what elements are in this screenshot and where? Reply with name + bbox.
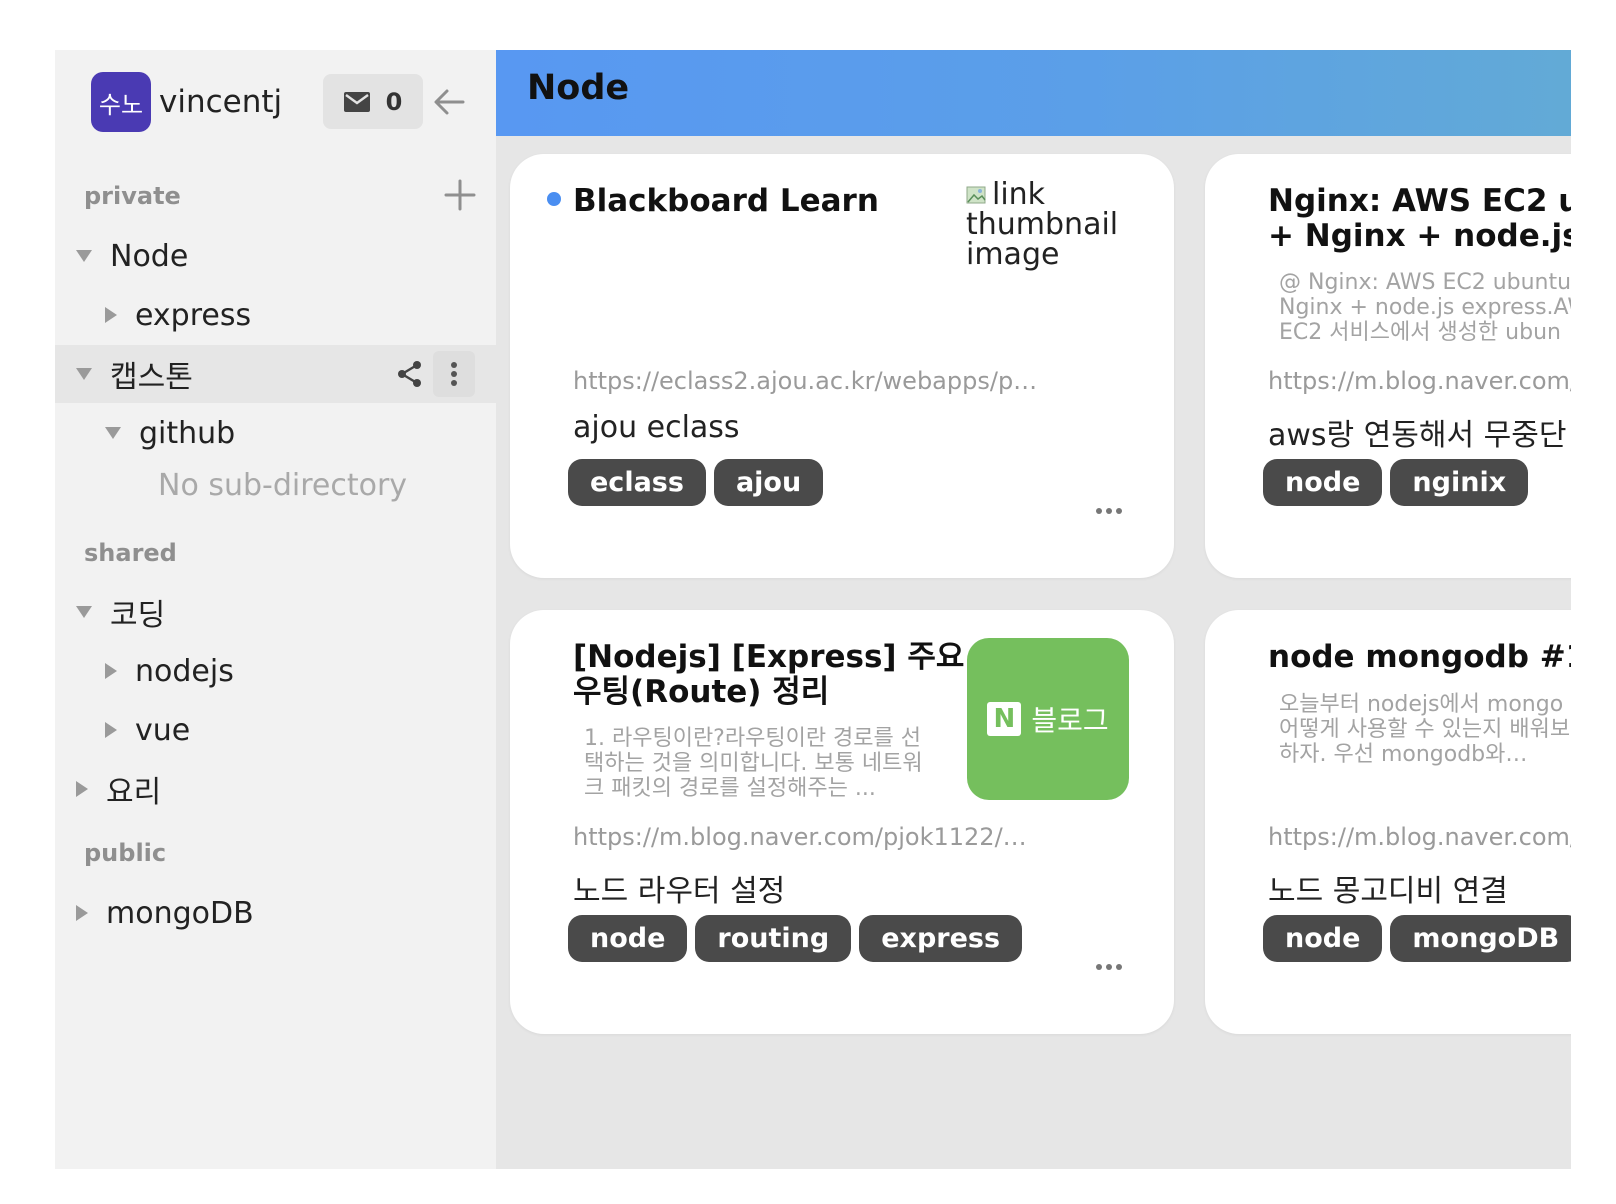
- tree-item-mongodb[interactable]: mongoDB: [55, 884, 496, 942]
- chevron-down-icon[interactable]: [76, 606, 92, 618]
- chevron-right-icon[interactable]: [76, 781, 88, 797]
- more-horizontal-icon[interactable]: [1094, 960, 1124, 974]
- card-url[interactable]: https://m.blog.naver.com/pjok1122/…: [573, 823, 1027, 851]
- chevron-right-icon[interactable]: [105, 307, 117, 323]
- public-section-label: public: [84, 839, 167, 867]
- tag-list: node mongoDB: [1263, 915, 1571, 962]
- card-title[interactable]: Nginx: AWS EC2 ubun + Nginx + node.js…: [1268, 184, 1571, 254]
- card-memo: 노드 몽고디비 연결: [1268, 874, 1508, 909]
- link-card[interactable]: [Nodejs] [Express] 주요 라 우팅(Route) 정리 1. …: [510, 610, 1174, 1034]
- link-thumbnail: N 블로그: [967, 638, 1129, 800]
- app-window: 수노 vincentj 0 private Node express 캡스톤 g…: [55, 50, 1571, 1169]
- mail-icon: [343, 91, 370, 112]
- inbox-count: 0: [385, 87, 403, 116]
- chevron-right-icon[interactable]: [76, 905, 88, 921]
- tag[interactable]: ajou: [713, 459, 824, 506]
- tag[interactable]: routing: [695, 915, 852, 962]
- tree-item-label: Node: [110, 238, 189, 274]
- tag[interactable]: node: [1263, 459, 1383, 506]
- no-subdirectory-note: No sub-directory: [158, 468, 408, 503]
- chevron-down-icon[interactable]: [105, 427, 121, 439]
- plus-icon: [444, 179, 476, 211]
- arrow-left-icon: [434, 89, 465, 115]
- sidebar: 수노 vincentj 0 private Node express 캡스톤 g…: [55, 50, 496, 1169]
- card-memo: ajou eclass: [573, 410, 740, 445]
- inbox-button[interactable]: 0: [323, 74, 423, 129]
- tag[interactable]: mongoDB: [1390, 915, 1571, 962]
- private-section-label: private: [84, 182, 181, 210]
- tree-item-nodejs[interactable]: nodejs: [55, 642, 496, 700]
- tree-item-label: nodejs: [135, 653, 234, 689]
- chevron-right-icon[interactable]: [105, 722, 117, 738]
- tag[interactable]: node: [1263, 915, 1383, 962]
- add-folder-button[interactable]: [443, 178, 477, 212]
- tree-item-label: vue: [135, 712, 191, 748]
- card-description: @ Nginx: AWS EC2 ubuntu Nginx + node.js …: [1279, 270, 1571, 345]
- card-title[interactable]: node mongodb #1: [1268, 640, 1571, 675]
- tree-item-capstone[interactable]: 캡스톤: [55, 345, 496, 403]
- card-memo: 노드 라우터 설정: [573, 874, 786, 909]
- user-profile[interactable]: 수노 vincentj: [91, 72, 282, 132]
- tag[interactable]: express: [859, 915, 1023, 962]
- tag[interactable]: nginix: [1390, 459, 1529, 506]
- link-card[interactable]: node mongodb #1 오늘부터 nodejs에서 mongo 어떻게 …: [1205, 610, 1571, 1034]
- card-url[interactable]: https://m.blog.naver.com/d: [1268, 367, 1571, 395]
- tree-item-label: 캡스톤: [110, 360, 193, 395]
- tag[interactable]: node: [568, 915, 688, 962]
- chevron-down-icon[interactable]: [76, 368, 92, 380]
- avatar[interactable]: 수노: [91, 72, 151, 132]
- tree-item-label: express: [135, 297, 252, 333]
- tag-list: node routing express: [568, 915, 1023, 962]
- shared-section-label: shared: [84, 539, 177, 567]
- tag-list: node nginix: [1263, 459, 1529, 506]
- card-title[interactable]: [Nodejs] [Express] 주요 라 우팅(Route) 정리: [573, 640, 1004, 710]
- chevron-down-icon[interactable]: [76, 250, 92, 262]
- tree-item-cooking[interactable]: 요리: [55, 760, 496, 818]
- link-thumbnail: link thumbnail image: [966, 177, 1119, 272]
- folder-menu-button[interactable]: [433, 351, 475, 397]
- collapse-sidebar-button[interactable]: [429, 82, 469, 122]
- more-horizontal-icon[interactable]: [1094, 504, 1124, 518]
- chevron-right-icon[interactable]: [105, 663, 117, 679]
- tree-item-github[interactable]: github: [55, 404, 496, 462]
- tree-item-node[interactable]: Node: [55, 227, 496, 285]
- link-card[interactable]: Blackboard Learn link thumbnail image ht…: [510, 154, 1174, 578]
- card-url[interactable]: https://eclass2.ajou.ac.kr/webapps/p…: [573, 367, 1037, 395]
- broken-image-icon: [966, 186, 986, 204]
- tree-item-label: github: [139, 415, 236, 451]
- tag[interactable]: eclass: [568, 459, 706, 506]
- tree-item-express[interactable]: express: [55, 286, 496, 344]
- folder-header: Node: [496, 50, 1571, 136]
- card-title[interactable]: Blackboard Learn: [573, 184, 879, 219]
- card-description: 1. 라우팅이란?라우팅이란 경로를 선 택하는 것을 의미합니다. 보통 네트…: [584, 726, 923, 801]
- link-card[interactable]: Nginx: AWS EC2 ubun + Nginx + node.js… @…: [1205, 154, 1571, 578]
- tree-item-vue[interactable]: vue: [55, 701, 496, 759]
- tag-list: eclass ajou: [568, 459, 824, 506]
- tree-item-label: 코딩: [110, 598, 166, 633]
- main-content: Node Blackboard Learn link thumbnail ima…: [496, 50, 1571, 1169]
- tree-item-coding[interactable]: 코딩: [55, 583, 496, 641]
- more-vertical-icon: [451, 362, 457, 386]
- tree-item-label: mongoDB: [106, 895, 254, 931]
- tree-item-label: 요리: [106, 775, 162, 810]
- naver-n-icon: N: [987, 702, 1022, 736]
- card-url[interactable]: https://m.blog.naver.com/ij: [1268, 823, 1571, 851]
- thumbnail-label: 블로그: [1031, 704, 1109, 737]
- card-memo: aws랑 연동해서 무중단 할: [1268, 418, 1571, 453]
- card-description: 오늘부터 nodejs에서 mongo 어떻게 사용할 수 있는지 배워보 하자…: [1279, 692, 1571, 767]
- page-title: Node: [527, 68, 630, 108]
- unread-dot: [547, 192, 561, 206]
- username: vincentj: [159, 84, 283, 120]
- share-icon[interactable]: [395, 359, 425, 389]
